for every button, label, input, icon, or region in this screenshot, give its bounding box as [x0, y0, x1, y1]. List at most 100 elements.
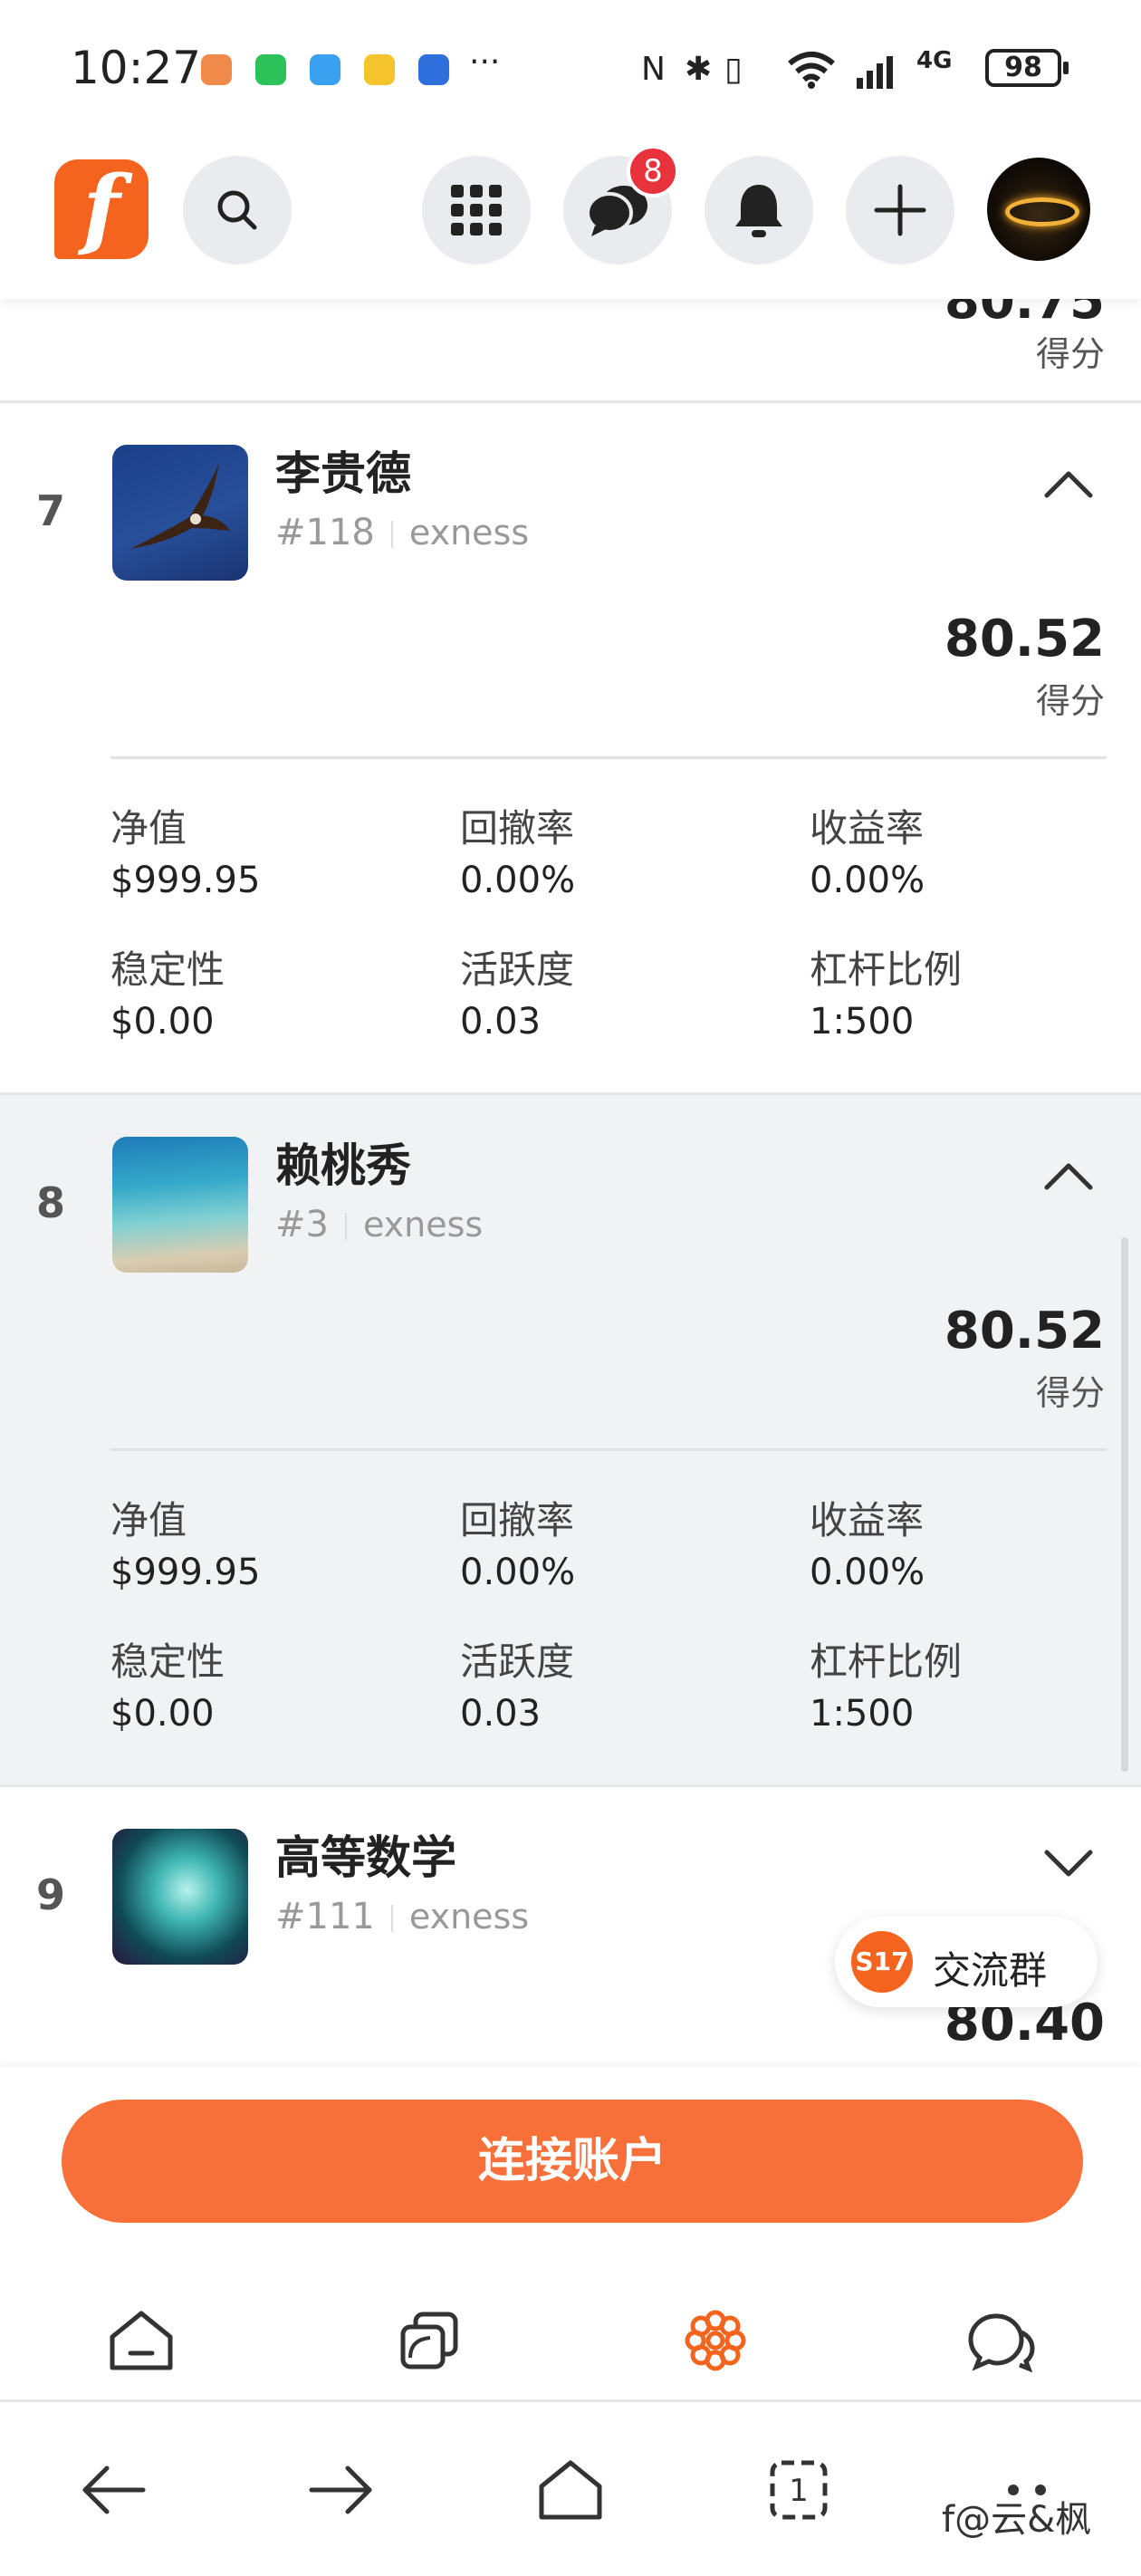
network-type: 4G [916, 47, 953, 74]
metric-label: 杠杆比例 [810, 947, 963, 992]
back-button[interactable] [69, 2445, 159, 2535]
broker-name: exness [408, 1897, 530, 1937]
vibrate-icon: ▯ [724, 51, 743, 88]
score-label: 得分 [1035, 334, 1105, 374]
watermark: f@云&枫 [942, 2499, 1092, 2541]
eagle-icon [130, 463, 230, 549]
home-icon [110, 2311, 173, 2370]
browser-app-icon [418, 54, 449, 85]
trader-name: 高等数学 [275, 1831, 456, 1884]
trader-avatar [112, 1137, 248, 1273]
battery-indicator: 98 [985, 49, 1069, 87]
clock: 10:27 [71, 42, 202, 94]
metric-value: 0.03 [460, 1001, 542, 1043]
chevron-up-icon[interactable] [1041, 457, 1096, 512]
connect-bar: 连接账户 [0, 2067, 1141, 2275]
chat-group-button[interactable]: S17 交流群 [835, 1917, 1098, 2007]
system-nav-bar: 1 f@云&枫 [0, 2405, 1141, 2576]
trader-account-info: #111 exness [275, 1896, 529, 1937]
search-icon [217, 190, 257, 230]
metric-value: $999.95 [110, 1552, 261, 1593]
tabs-icon: 1 [770, 2460, 828, 2520]
cards-icon [400, 2312, 458, 2369]
metric-value: 0.03 [460, 1693, 542, 1735]
account-number: #111 [275, 1896, 375, 1937]
metric-label: 杠杆比例 [810, 1639, 963, 1684]
score-value: 80.52 [944, 610, 1105, 668]
trader-name: 李贵德 [275, 447, 411, 500]
metric-label: 收益率 [810, 1498, 925, 1543]
grid-icon [451, 185, 502, 235]
plus-icon [874, 184, 926, 236]
tab-discover[interactable] [670, 2295, 761, 2386]
connect-account-button[interactable]: 连接账户 [62, 2100, 1083, 2223]
metric-value: 0.00% [810, 1552, 925, 1593]
account-number: #118 [275, 512, 375, 553]
signal-icon [857, 56, 893, 89]
metric-label: 回撤率 [460, 1498, 575, 1543]
metric-value: $0.00 [110, 1693, 215, 1735]
mail-icon [364, 54, 395, 85]
metric-value: 0.00% [460, 860, 576, 901]
trader-name: 赖桃秀 [275, 1139, 411, 1192]
user-avatar[interactable] [987, 158, 1090, 261]
metric-value: 0.00% [810, 860, 925, 901]
scrollbar[interactable] [1121, 1237, 1128, 1772]
bell-icon [735, 185, 782, 237]
rank-number: 9 [36, 1870, 66, 1919]
tab-copy-trading[interactable] [384, 2295, 475, 2386]
app-notification-icon [201, 54, 232, 85]
top-header: f 8 [0, 136, 1141, 299]
apps-button[interactable] [422, 156, 531, 264]
more-notifications-icon: ··· [469, 43, 501, 81]
score-value: 80.52 [944, 1302, 1105, 1360]
chat-icon [968, 2313, 1035, 2372]
trader-avatar [112, 1829, 248, 1965]
trader-account-info: #3 exness [275, 1204, 483, 1245]
nfc-icon: N [641, 51, 666, 88]
arrow-right-icon [309, 2465, 372, 2514]
metric-label: 稳定性 [110, 1639, 225, 1684]
chat-group-label: 交流群 [933, 1948, 1048, 1993]
home-icon [539, 2460, 602, 2520]
metric-label: 净值 [110, 1498, 187, 1543]
bluetooth-icon: ✱ [685, 51, 713, 88]
app-logo[interactable]: f [54, 159, 149, 259]
chevron-down-icon[interactable] [1041, 1836, 1096, 1890]
wechat-icon [255, 54, 286, 85]
arrow-left-icon [82, 2465, 146, 2514]
metric-label: 稳定性 [110, 947, 225, 992]
list-item[interactable]: 7 李贵德 #118 exness 80.52 得分 净值 $999.95 回撤率… [0, 400, 1141, 1094]
trader-account-info: #118 exness [275, 512, 529, 553]
rank-number: 8 [36, 1178, 66, 1227]
tab-messages[interactable] [956, 2295, 1047, 2386]
score-label: 得分 [1035, 681, 1105, 721]
metric-label: 活跃度 [460, 947, 575, 992]
svg-text:1: 1 [789, 2473, 809, 2509]
metric-value: $0.00 [110, 1001, 215, 1043]
rank-number: 7 [36, 486, 66, 535]
broker-name: exness [408, 513, 530, 553]
message-badge: 8 [627, 145, 679, 197]
tabs-button[interactable]: 1 [753, 2445, 844, 2535]
metric-label: 回撤率 [460, 806, 575, 851]
metric-value: $999.95 [110, 860, 261, 901]
forward-button[interactable] [295, 2445, 386, 2535]
search-button[interactable] [183, 156, 292, 264]
chevron-up-icon[interactable] [1041, 1149, 1096, 1204]
list-item[interactable]: 8 赖桃秀 #3 exness 80.52 得分 净值 $999.95 回撤率 0… [0, 1092, 1141, 1786]
metric-label: 收益率 [810, 806, 925, 851]
metric-label: 活跃度 [460, 1639, 575, 1684]
divider [110, 1448, 1107, 1451]
tab-home[interactable] [96, 2295, 187, 2386]
create-button[interactable] [846, 156, 954, 264]
home-nav-button[interactable] [525, 2445, 616, 2535]
bottom-tab-bar [0, 2275, 1141, 2402]
chat-app-icon [310, 54, 340, 85]
wifi-icon [788, 52, 835, 89]
group-icon: S17 [851, 1931, 913, 1993]
metric-value: 0.00% [460, 1552, 576, 1593]
broker-name: exness [362, 1205, 484, 1245]
divider [110, 756, 1107, 759]
notifications-button[interactable] [705, 156, 813, 264]
